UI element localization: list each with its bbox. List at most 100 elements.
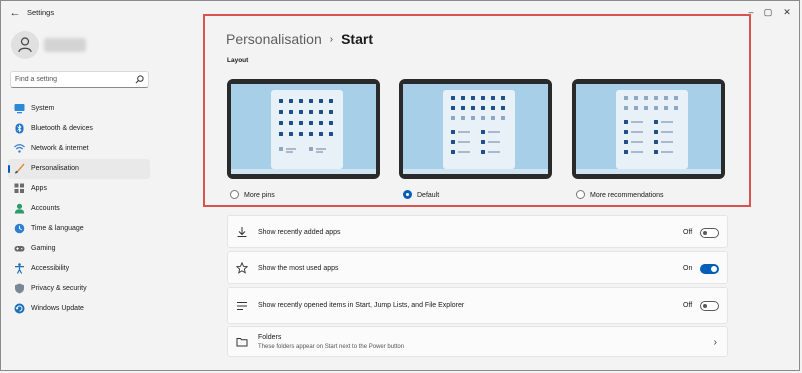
tile-mark [624,106,628,110]
tile-mark [624,140,628,144]
preview-screen [231,84,376,174]
sidebar-item-network[interactable]: Network & internet [8,139,150,159]
tile-mark [309,121,313,125]
update-icon [14,303,25,314]
text-line-mark [458,131,470,133]
preview-screen [576,84,721,174]
tile-mark [674,96,678,100]
text-line-mark [488,131,500,133]
tile-mark [654,106,658,110]
start-menu-preview [271,90,343,169]
radio-label: More recommendations [590,192,664,199]
tile-mark [299,132,303,136]
tile-mark [481,130,485,134]
sidebar-item-label: Network & internet [31,145,89,152]
tile-mark [309,147,313,151]
taskbar-preview [403,169,548,174]
setting-row-most-used[interactable]: Show the most used apps On [227,251,728,284]
tile-mark [501,116,505,120]
search-icon[interactable] [135,75,144,84]
sidebar-item-personalisation[interactable]: Personalisation [8,159,150,179]
text-line-mark [631,131,643,133]
chevron-right-icon[interactable]: › [714,337,717,348]
setting-label: Show recently opened items in Start, Jum… [258,302,465,309]
sidebar-item-label: Time & language [31,225,84,232]
tile-mark [329,132,333,136]
text-line-mark [631,151,643,153]
tile-mark [471,116,475,120]
setting-row-recently-opened[interactable]: Show recently opened items in Start, Jum… [227,287,728,324]
layout-preview-more-pins[interactable] [227,79,380,179]
radio-button[interactable] [576,190,585,199]
sidebar-item-system[interactable]: System [8,99,150,119]
tile-mark [471,106,475,110]
wifi-icon [14,144,25,153]
text-line-mark [316,151,323,153]
system-icon [14,104,25,114]
tile-mark [451,116,455,120]
tile-mark [299,121,303,125]
tile-mark [279,147,283,151]
tile-mark [481,116,485,120]
sidebar-item-label: Apps [31,185,47,192]
setting-row-recently-added[interactable]: Show recently added apps Off [227,215,728,248]
apps-icon [14,183,24,193]
back-arrow-icon[interactable]: ← [8,6,22,20]
layout-preview-default[interactable] [399,79,552,179]
tile-mark [674,106,678,110]
radio-button[interactable] [230,190,239,199]
preview-screen [403,84,548,174]
globe-clock-icon [14,223,25,234]
tile-mark [289,121,293,125]
tile-mark [481,96,485,100]
sidebar-item-label: Privacy & security [31,285,87,292]
toggle-switch-off[interactable] [700,228,719,238]
setting-row-folders[interactable]: Folders These folders appear on Start ne… [227,326,728,357]
sidebar-item-label: Accounts [31,205,60,212]
tile-mark [461,96,465,100]
tile-mark [501,106,505,110]
tile-mark [634,96,638,100]
brush-icon [15,163,25,174]
toggle-switch-on[interactable] [700,264,719,274]
sidebar-nav: System Bluetooth & devices Network & int… [8,99,150,319]
layout-preview-more-recommendations[interactable] [572,79,725,179]
sidebar-item-privacy[interactable]: Privacy & security [8,279,150,299]
sidebar-item-gaming[interactable]: Gaming [8,239,150,259]
radio-button-selected[interactable] [403,190,412,199]
tile-mark [299,99,303,103]
sidebar-item-label: Gaming [31,245,56,252]
sidebar-item-bluetooth[interactable]: Bluetooth & devices [8,119,150,139]
tile-mark [654,140,658,144]
tile-mark [299,110,303,114]
search-box[interactable] [10,71,149,88]
setting-label: Folders [258,334,282,341]
list-icon [237,301,247,310]
tile-mark [451,140,455,144]
sidebar-item-time-language[interactable]: Time & language [8,219,150,239]
person-icon [18,37,32,53]
maximize-icon[interactable]: ▢ [761,5,775,19]
toggle-switch-off[interactable] [700,301,719,311]
text-line-mark [661,121,673,123]
sidebar-item-apps[interactable]: Apps [8,179,150,199]
close-icon[interactable]: ✕ [780,5,794,19]
sidebar-item-accessibility[interactable]: Accessibility [8,259,150,279]
text-line-mark [286,151,293,153]
avatar[interactable] [11,31,39,59]
setting-label: Show recently added apps [258,229,341,236]
tile-mark [491,116,495,120]
tile-mark [289,132,293,136]
text-line-mark [286,148,296,150]
sidebar-item-accounts[interactable]: Accounts [8,199,150,219]
tile-mark [319,99,323,103]
text-line-mark [488,151,500,153]
text-line-mark [631,141,643,143]
text-line-mark [488,141,500,143]
text-line-mark [661,131,673,133]
sidebar-item-windows-update[interactable]: Windows Update [8,299,150,319]
tile-mark [451,96,455,100]
search-input[interactable] [15,73,130,86]
tile-mark [289,110,293,114]
toggle-state-text: On [683,265,693,272]
